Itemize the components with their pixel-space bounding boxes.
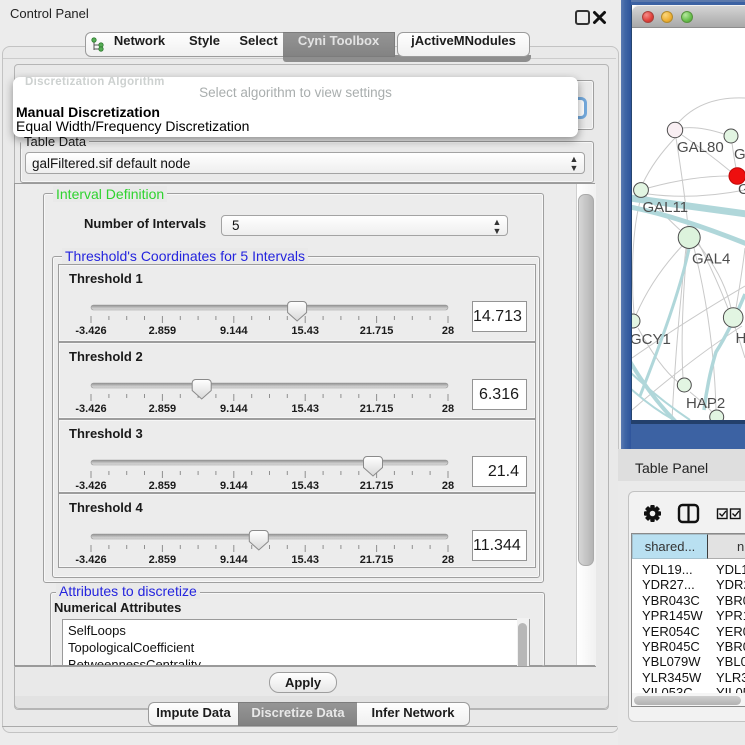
svg-text:2.859: 2.859	[149, 480, 177, 492]
svg-text:9.144: 9.144	[220, 480, 248, 492]
svg-text:GAL4: GAL4	[692, 251, 730, 268]
svg-text:21.715: 21.715	[360, 554, 394, 566]
svg-text:21.715: 21.715	[360, 403, 394, 415]
svg-text:GAL11: GAL11	[643, 199, 689, 216]
svg-text:15.43: 15.43	[291, 554, 319, 566]
svg-text:2.859: 2.859	[149, 403, 177, 415]
svg-text:28: 28	[442, 480, 454, 492]
svg-text:21.715: 21.715	[360, 325, 394, 337]
svg-text:-3.426: -3.426	[75, 325, 106, 337]
svg-text:-3.426: -3.426	[75, 480, 106, 492]
svg-text:15.43: 15.43	[291, 325, 319, 337]
svg-text:28: 28	[442, 554, 454, 566]
svg-text:28: 28	[442, 403, 454, 415]
svg-text:HI: HI	[736, 330, 745, 347]
svg-text:28: 28	[442, 325, 454, 337]
svg-text:9.144: 9.144	[220, 554, 248, 566]
svg-text:GAL80: GAL80	[677, 139, 724, 156]
svg-text:15.43: 15.43	[291, 403, 319, 415]
svg-text:2.859: 2.859	[149, 325, 177, 337]
svg-text:GA: GA	[738, 181, 745, 198]
svg-text:15.43: 15.43	[291, 480, 319, 492]
svg-text:21.715: 21.715	[360, 480, 394, 492]
svg-text:GCY1: GCY1	[632, 331, 671, 348]
svg-text:9.144: 9.144	[220, 325, 248, 337]
svg-text:GA: GA	[734, 146, 745, 163]
svg-text:HAP2: HAP2	[686, 395, 725, 412]
svg-text:2.859: 2.859	[149, 554, 177, 566]
svg-text:-3.426: -3.426	[75, 554, 106, 566]
svg-text:-3.426: -3.426	[75, 403, 106, 415]
svg-text:9.144: 9.144	[220, 403, 248, 415]
